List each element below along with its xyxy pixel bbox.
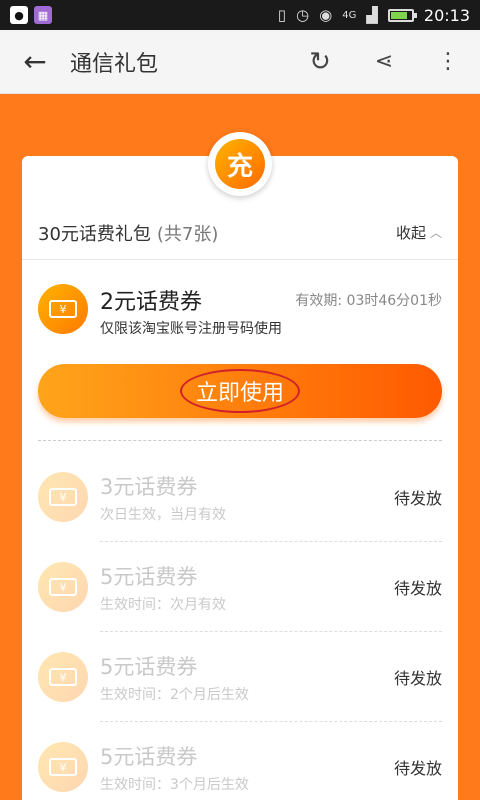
active-coupon: ¥ 2元话费券 仅限该淘宝账号注册号码使用 有效期: 03时46分01秒: [22, 284, 458, 344]
ticket-icon: ¥: [49, 578, 77, 596]
collapse-toggle[interactable]: 收起 ︿: [396, 222, 442, 243]
arrow-left-icon: ←: [23, 45, 47, 78]
back-button[interactable]: ←: [0, 30, 70, 94]
more-vertical-icon: ⋮: [437, 49, 459, 74]
title-bar: ← 通信礼包 ↻ ⋖ ⋮: [0, 30, 480, 94]
recharge-badge: 充: [208, 132, 272, 196]
ticket-icon: ¥: [49, 668, 77, 686]
use-now-label: 立即使用: [179, 369, 300, 413]
ticket-icon: ¥: [49, 758, 77, 776]
qq-icon: ●: [10, 6, 28, 24]
coupon-desc: 生效时间：次月有效: [100, 596, 226, 613]
coupon-icon: ¥: [38, 562, 88, 612]
battery-icon: [387, 8, 417, 22]
more-button[interactable]: ⋮: [416, 30, 480, 94]
coupon-name: 3元话费券: [100, 474, 198, 499]
coupon-desc: 生效时间：2个月后生效: [100, 686, 249, 703]
coupon-desc: 次日生效，当月有效: [100, 506, 226, 523]
pack-header: 30元话费礼包 (共7张) 收起 ︿: [22, 206, 458, 260]
use-now-button[interactable]: 立即使用: [38, 364, 442, 418]
coupon-icon: ¥: [38, 742, 88, 792]
refresh-button[interactable]: ↻: [288, 30, 352, 94]
signal-bars-icon: ▟: [366, 6, 378, 24]
coupon-icon: ¥: [38, 284, 88, 334]
coupon-status: 待发放: [393, 579, 442, 598]
signal-icon: 4G: [342, 9, 357, 21]
coupon-status: 待发放: [393, 759, 442, 778]
divider: [38, 440, 442, 441]
eye-icon: ◉: [319, 6, 333, 24]
ticket-icon: ¥: [49, 488, 77, 506]
gift-pack-card: 30元话费礼包 (共7张) 收起 ︿ ¥ 2元话费券 仅限该淘宝账号注册号码使用…: [22, 156, 458, 800]
collapse-label: 收起: [395, 224, 426, 242]
coupon-name: 5元话费券: [100, 654, 198, 679]
list-item[interactable]: ¥3元话费券次日生效，当月有效 待发放: [22, 452, 458, 542]
coupon-desc: 仅限该淘宝账号注册号码使用: [100, 321, 282, 337]
list-item[interactable]: ¥5元话费券生效时间：3个月后生效 待发放: [22, 722, 458, 800]
ticket-icon: ¥: [49, 300, 77, 318]
coupon-icon: ¥: [38, 652, 88, 702]
recharge-icon: 充: [215, 139, 265, 189]
coupon-name: 5元话费券: [100, 564, 198, 589]
status-bar: ● ▦ ▯ ◷ ◉ 4G ▟ 20:13: [0, 0, 480, 30]
coupon-status: 待发放: [393, 669, 442, 688]
share-button[interactable]: ⋖: [352, 30, 416, 94]
refresh-icon: ↻: [309, 46, 331, 77]
coupon-icon: ¥: [38, 472, 88, 522]
pack-count: (共7张): [156, 223, 219, 245]
share-icon: ⋖: [374, 49, 394, 74]
coupon-desc: 生效时间：3个月后生效: [100, 776, 249, 793]
alarm-icon: ◷: [296, 6, 310, 24]
clock-time: 20:13: [423, 5, 470, 25]
coupon-name: 2元话费券: [100, 290, 202, 315]
chevron-up-icon: ︿: [429, 226, 442, 240]
list-item[interactable]: ¥5元话费券生效时间：次月有效 待发放: [22, 542, 458, 632]
coupon-status: 待发放: [393, 489, 442, 508]
gallery-app-icon: ▦: [34, 6, 52, 24]
list-item[interactable]: ¥5元话费券生效时间：2个月后生效 待发放: [22, 632, 458, 722]
coupon-name: 5元话费券: [100, 744, 198, 769]
pack-title: 30元话费礼包: [38, 223, 151, 245]
page-title: 通信礼包: [70, 51, 159, 77]
coupon-validity: 有效期: 03时46分01秒: [295, 293, 442, 309]
battery-fill: [390, 11, 407, 19]
vibrate-icon: ▯: [277, 6, 287, 24]
